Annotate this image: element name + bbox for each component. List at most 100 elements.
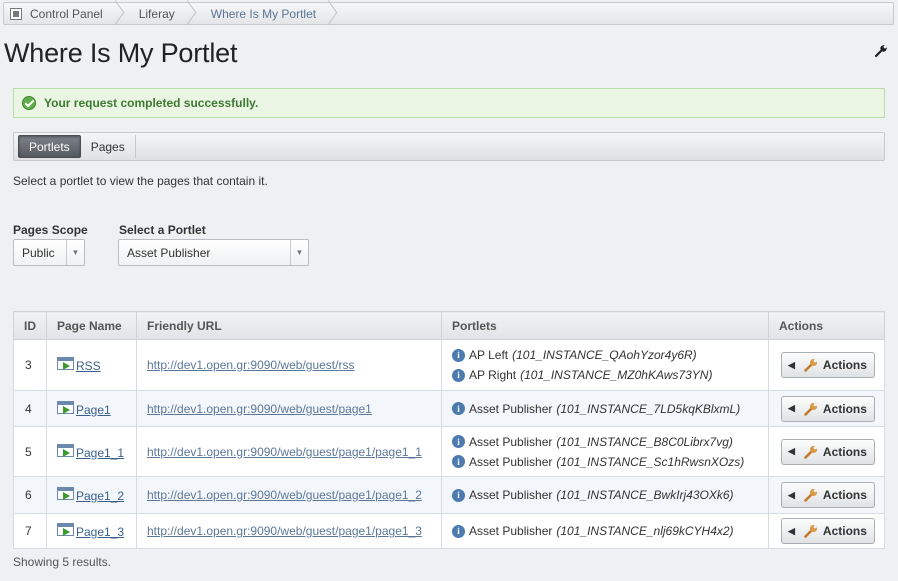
actions-label: Actions — [822, 444, 867, 459]
cell-actions: ◀ Actions — [768, 339, 885, 391]
page-name-link[interactable]: Page1 — [57, 400, 136, 417]
column-header-friendly-url[interactable]: Friendly URL — [136, 311, 442, 340]
cell-page-name: Page1_3 — [46, 513, 137, 549]
info-icon[interactable]: i — [452, 435, 465, 448]
success-text: Your request completed successfully. — [44, 96, 259, 110]
cell-page-name: RSS — [46, 339, 137, 391]
select-value: Public — [22, 245, 55, 260]
portlet-entry: i Asset Publisher (101_INSTANCE_nlj69kCYH4… — [452, 521, 768, 541]
page-name-link[interactable]: Page1_1 — [57, 443, 136, 460]
cell-portlets: i Asset Publisher (101_INSTANCE_B8C0Librx7… — [441, 426, 769, 477]
caret-left-icon: ◀ — [788, 359, 795, 370]
table-row: 4 Page1 http://dev1.open.gr:9090/web/guest… — [13, 390, 885, 427]
cell-friendly-url: http://dev1.open.gr:9090/web/guest/page1 — [136, 390, 442, 427]
info-icon[interactable]: i — [452, 455, 465, 468]
actions-label: Actions — [822, 524, 867, 538]
page-title: Where Is My Portlet — [4, 38, 238, 68]
info-icon[interactable]: i — [452, 402, 465, 415]
table-row: 7 Page1_3 http://dev1.open.gr:9090/web/gue… — [13, 513, 885, 549]
portlet-entry: i Asset Publisher (101_INSTANCE_Sc1hRwsnXO… — [452, 452, 768, 472]
select-portlet-label: Select a Portlet — [119, 223, 206, 237]
friendly-url-link[interactable]: http://dev1.open.gr:9090/web/guest/page1… — [147, 488, 422, 502]
friendly-url-link[interactable]: http://dev1.open.gr:9090/web/guest/rss — [147, 358, 354, 372]
wrench-icon[interactable] — [874, 44, 888, 58]
wrench-icon — [804, 488, 818, 502]
caret-left-icon: ◀ — [788, 525, 795, 536]
actions-label: Actions — [822, 488, 867, 502]
actions-button[interactable]: ◀ Actions — [781, 518, 875, 544]
cell-actions: ◀ Actions — [768, 390, 885, 427]
page-name-link[interactable]: Page1_3 — [57, 523, 136, 539]
page-icon — [57, 523, 74, 536]
actions-button[interactable]: ◀ Actions — [781, 395, 875, 422]
page-name-text: RSS — [76, 359, 101, 373]
breadcrumb-liferay[interactable]: Liferay — [129, 3, 201, 24]
portlet-name: AP Right — [469, 368, 517, 382]
column-header-portlets[interactable]: Portlets — [441, 311, 769, 340]
portlet-name: AP Left — [469, 348, 509, 362]
portlet-entry: i AP Right (101_INSTANCE_MZ0hKAws73YN) — [452, 365, 768, 385]
cell-friendly-url: http://dev1.open.gr:9090/web/guest/page1… — [136, 476, 442, 514]
tab-portlets[interactable]: Portlets — [18, 135, 81, 158]
results-summary: Showing 5 results. — [13, 555, 112, 569]
table-row: 6 Page1_2 http://dev1.open.gr:9090/web/gue… — [13, 476, 885, 514]
page-name-text: Page1_2 — [76, 489, 125, 503]
results-table: ID Page Name Friendly URL Portlets Actio… — [13, 311, 885, 549]
cell-id: 3 — [13, 339, 47, 391]
column-header-page-name[interactable]: Page Name — [46, 311, 137, 340]
portlet-entry: i AP Left (101_INSTANCE_QAohYzor4y6R) — [452, 345, 768, 365]
column-header-actions[interactable]: Actions — [768, 311, 885, 340]
table-row: 3 RSS http://dev1.open.gr:9090/web/guest/r… — [13, 339, 885, 391]
page-icon — [57, 357, 74, 370]
tab-pages[interactable]: Pages — [81, 135, 136, 158]
cell-friendly-url: http://dev1.open.gr:9090/web/guest/rss — [136, 339, 442, 391]
portlet-name: Asset Publisher — [469, 488, 553, 502]
actions-button[interactable]: ◀ Actions — [781, 352, 875, 378]
actions-button[interactable]: ◀ Actions — [781, 482, 875, 508]
page-name-text: Page1_3 — [76, 525, 125, 539]
portlet-instance-id: (101_INSTANCE_B8C0Librx7vg) — [556, 434, 733, 449]
actions-button[interactable]: ◀ Actions — [781, 438, 875, 465]
cell-portlets: i Asset Publisher (101_INSTANCE_nlj69kCYH4… — [441, 513, 769, 549]
breadcrumb-control-panel[interactable]: Control Panel — [4, 3, 129, 24]
caret-left-icon: ◀ — [788, 489, 795, 500]
cell-id: 5 — [13, 426, 47, 477]
pages-scope-select[interactable]: Public ▼ — [13, 239, 85, 266]
wrench-icon — [804, 358, 818, 372]
cell-friendly-url: http://dev1.open.gr:9090/web/guest/page1… — [136, 513, 442, 549]
table-header-row: ID Page Name Friendly URL Portlets Actio… — [13, 311, 885, 340]
breadcrumb-label: Control Panel — [30, 6, 103, 21]
friendly-url-link[interactable]: http://dev1.open.gr:9090/web/guest/page1… — [147, 445, 422, 459]
portlet-name: Asset Publisher — [469, 454, 553, 469]
table-row: 5 Page1_1 http://dev1.open.gr:9090/web/gue… — [13, 426, 885, 477]
page-name-link[interactable]: RSS — [57, 357, 136, 373]
chevron-down-icon: ▼ — [290, 240, 308, 265]
wrench-icon — [804, 445, 818, 459]
friendly-url-link[interactable]: http://dev1.open.gr:9090/web/guest/page1 — [147, 402, 372, 416]
info-icon[interactable]: i — [452, 524, 465, 538]
portlet-entry: i Asset Publisher (101_INSTANCE_7LD5kqKBlx… — [452, 399, 768, 419]
cell-friendly-url: http://dev1.open.gr:9090/web/guest/page1… — [136, 426, 442, 477]
page-name-link[interactable]: Page1_2 — [57, 487, 136, 503]
breadcrumb-current[interactable]: Where Is My Portlet — [201, 3, 342, 24]
info-icon[interactable]: i — [452, 368, 465, 382]
cell-actions: ◀ Actions — [768, 426, 885, 477]
caret-left-icon: ◀ — [788, 446, 795, 456]
portlet-instance-id: (101_INSTANCE_nlj69kCYH4x2) — [556, 524, 734, 538]
intro-text: Select a portlet to view the pages that … — [13, 174, 268, 188]
tab-bar: Portlets Pages — [13, 132, 885, 161]
cell-portlets: i Asset Publisher (101_INSTANCE_7LD5kqKBlx… — [441, 390, 769, 427]
friendly-url-link[interactable]: http://dev1.open.gr:9090/web/guest/page1… — [147, 524, 422, 538]
page-name-text: Page1_1 — [76, 445, 125, 460]
column-header-id[interactable]: ID — [13, 311, 47, 340]
cell-id: 7 — [13, 513, 47, 549]
portlet-select[interactable]: Asset Publisher ▼ — [118, 239, 309, 266]
cell-page-name: Page1_1 — [46, 426, 137, 477]
cell-portlets: i AP Left (101_INSTANCE_QAohYzor4y6R) i AP R… — [441, 339, 769, 391]
info-icon[interactable]: i — [452, 488, 465, 502]
page-icon — [57, 400, 74, 414]
page-icon — [57, 443, 74, 457]
actions-label: Actions — [822, 358, 867, 372]
info-icon[interactable]: i — [452, 348, 465, 362]
control-panel-icon — [10, 7, 22, 20]
